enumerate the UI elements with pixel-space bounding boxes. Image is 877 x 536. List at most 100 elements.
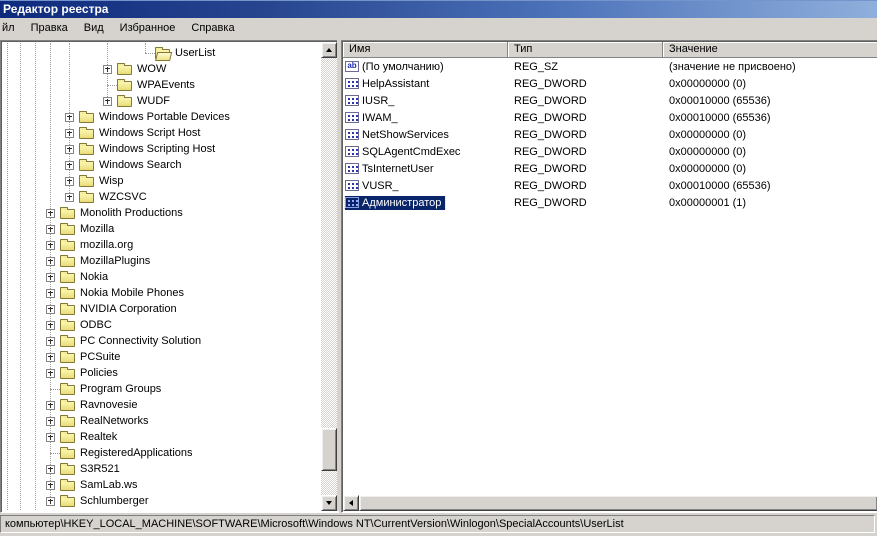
value-name-inner[interactable]: ab (По умолчанию) bbox=[345, 60, 448, 74]
expand-plus-icon[interactable] bbox=[46, 416, 55, 426]
value-name-label[interactable]: SQLAgentCmdExec bbox=[362, 146, 460, 158]
tree-vertical-scrollbar[interactable] bbox=[321, 42, 337, 511]
expand-plus-icon[interactable] bbox=[65, 160, 74, 170]
scroll-up-button[interactable] bbox=[321, 42, 337, 58]
tree-item[interactable]: WOW bbox=[3, 61, 320, 77]
value-row[interactable]: SQLAgentCmdExec REG_DWORD 0x00000000 (0) bbox=[343, 143, 877, 160]
tree-item-label[interactable]: UserList bbox=[174, 46, 218, 60]
expand-plus-icon[interactable] bbox=[46, 256, 55, 266]
value-name-inner[interactable]: HelpAssistant bbox=[345, 77, 433, 91]
menu-item-favorites[interactable]: Избранное bbox=[112, 19, 184, 37]
values-horizontal-scrollbar[interactable] bbox=[343, 495, 877, 511]
value-name-label[interactable]: (По умолчанию) bbox=[362, 61, 444, 73]
tree-item-label[interactable]: mozilla.org bbox=[79, 238, 136, 252]
value-row[interactable]: HelpAssistant REG_DWORD 0x00000000 (0) bbox=[343, 75, 877, 92]
tree-item-label[interactable]: ODBC bbox=[79, 318, 115, 332]
menu-item-file[interactable]: йл bbox=[0, 19, 23, 37]
tree-item-label[interactable]: Program Groups bbox=[79, 382, 164, 396]
tree-item-label[interactable]: Nokia Mobile Phones bbox=[79, 286, 187, 300]
scroll-thumb[interactable] bbox=[359, 495, 877, 511]
expand-plus-icon[interactable] bbox=[46, 464, 55, 474]
tree-item-label[interactable]: Policies bbox=[79, 366, 121, 380]
value-name-label[interactable]: VUSR_ bbox=[362, 180, 399, 192]
value-name-inner[interactable]: VUSR_ bbox=[345, 179, 403, 193]
expand-plus-icon[interactable] bbox=[46, 400, 55, 410]
expand-plus-icon[interactable] bbox=[65, 128, 74, 138]
title-bar[interactable]: Редактор реестра bbox=[0, 0, 877, 18]
scroll-left-button[interactable] bbox=[343, 495, 359, 511]
tree-item-label[interactable]: Windows Portable Devices bbox=[98, 110, 233, 124]
tree-item[interactable]: MozillaPlugins bbox=[3, 253, 320, 269]
tree-item-label[interactable]: NVIDIA Corporation bbox=[79, 302, 180, 316]
value-row[interactable]: TsInternetUser REG_DWORD 0x00000000 (0) bbox=[343, 160, 877, 177]
expand-plus-icon[interactable] bbox=[46, 288, 55, 298]
tree-item-label[interactable]: PCSuite bbox=[79, 350, 123, 364]
tree-item-label[interactable]: WZCSVC bbox=[98, 190, 150, 204]
tree-item[interactable]: Windows Search bbox=[3, 157, 320, 173]
tree-item[interactable]: Wisp bbox=[3, 173, 320, 189]
expand-plus-icon[interactable] bbox=[65, 112, 74, 122]
value-name-label[interactable]: IWAM_ bbox=[362, 112, 398, 124]
column-header-value[interactable]: Значение bbox=[663, 42, 877, 58]
scroll-down-button[interactable] bbox=[321, 495, 337, 511]
value-row[interactable]: IWAM_ REG_DWORD 0x00010000 (65536) bbox=[343, 109, 877, 126]
value-row[interactable]: VUSR_ REG_DWORD 0x00010000 (65536) bbox=[343, 177, 877, 194]
tree-item[interactable]: Program Groups bbox=[3, 381, 320, 397]
value-name-inner[interactable]: TsInternetUser bbox=[345, 162, 438, 176]
expand-plus-icon[interactable] bbox=[65, 144, 74, 154]
tree-item[interactable]: Windows Scripting Host bbox=[3, 141, 320, 157]
value-name-label[interactable]: Администратор bbox=[362, 197, 441, 209]
expand-plus-icon[interactable] bbox=[46, 224, 55, 234]
value-name-cell[interactable]: Администратор bbox=[343, 195, 508, 210]
value-name-label[interactable]: IUSR_ bbox=[362, 95, 394, 107]
tree-item[interactable]: RealNetworks bbox=[3, 413, 320, 429]
tree-item-label[interactable]: Windows Scripting Host bbox=[98, 142, 218, 156]
tree-item-label[interactable]: Windows Search bbox=[98, 158, 185, 172]
value-name-cell[interactable]: HelpAssistant bbox=[343, 77, 508, 91]
value-name-label[interactable]: HelpAssistant bbox=[362, 78, 429, 90]
tree-item[interactable]: ODBC bbox=[3, 317, 320, 333]
tree-item-label[interactable]: WOW bbox=[136, 62, 169, 76]
tree-item[interactable]: Monolith Productions bbox=[3, 205, 320, 221]
tree-item-label[interactable]: Realtek bbox=[79, 430, 120, 444]
tree-item[interactable]: NVIDIA Corporation bbox=[3, 301, 320, 317]
value-name-inner[interactable]: Администратор bbox=[343, 195, 447, 210]
value-name-inner[interactable]: IUSR_ bbox=[345, 94, 398, 108]
tree-item[interactable]: UserList bbox=[3, 45, 320, 61]
tree-item-label[interactable]: RealNetworks bbox=[79, 414, 151, 428]
tree-item[interactable]: Policies bbox=[3, 365, 320, 381]
tree-item[interactable]: WUDF bbox=[3, 93, 320, 109]
scroll-thumb[interactable] bbox=[321, 428, 337, 471]
expand-plus-icon[interactable] bbox=[46, 336, 55, 346]
value-name-cell[interactable]: SQLAgentCmdExec bbox=[343, 145, 508, 159]
tree-item[interactable]: Ravnovesie bbox=[3, 397, 320, 413]
menu-item-edit[interactable]: Правка bbox=[23, 19, 76, 37]
tree-item[interactable]: Windows Script Host bbox=[3, 125, 320, 141]
tree-item-label[interactable]: WUDF bbox=[136, 94, 173, 108]
value-name-cell[interactable]: ab (По умолчанию) bbox=[343, 60, 508, 74]
expand-plus-icon[interactable] bbox=[46, 272, 55, 282]
expand-plus-icon[interactable] bbox=[46, 480, 55, 490]
tree-item[interactable]: Realtek bbox=[3, 429, 320, 445]
tree-item-label[interactable]: Nokia bbox=[79, 270, 111, 284]
menu-item-help[interactable]: Справка bbox=[183, 19, 242, 37]
tree-item[interactable]: Mozilla bbox=[3, 221, 320, 237]
tree-item-label[interactable]: MozillaPlugins bbox=[79, 254, 153, 268]
expand-plus-icon[interactable] bbox=[46, 304, 55, 314]
tree-item-label[interactable]: Mozilla bbox=[79, 222, 117, 236]
expand-plus-icon[interactable] bbox=[103, 96, 112, 106]
expand-plus-icon[interactable] bbox=[46, 352, 55, 362]
expand-plus-icon[interactable] bbox=[46, 320, 55, 330]
tree-item-label[interactable]: Monolith Productions bbox=[79, 206, 186, 220]
value-row[interactable]: NetShowServices REG_DWORD 0x00000000 (0) bbox=[343, 126, 877, 143]
expand-plus-icon[interactable] bbox=[46, 208, 55, 218]
tree-item[interactable]: mozilla.org bbox=[3, 237, 320, 253]
tree-item[interactable]: SamLab.ws bbox=[3, 477, 320, 493]
value-name-cell[interactable]: IUSR_ bbox=[343, 94, 508, 108]
tree-item-label[interactable]: Schlumberger bbox=[79, 494, 151, 508]
tree-item[interactable]: WZCSVC bbox=[3, 189, 320, 205]
tree-item-label[interactable]: Wisp bbox=[98, 174, 126, 188]
tree-item-label[interactable]: Ravnovesie bbox=[79, 398, 140, 412]
column-header-type[interactable]: Тип bbox=[508, 42, 663, 58]
tree-item-label[interactable]: RegisteredApplications bbox=[79, 446, 196, 460]
